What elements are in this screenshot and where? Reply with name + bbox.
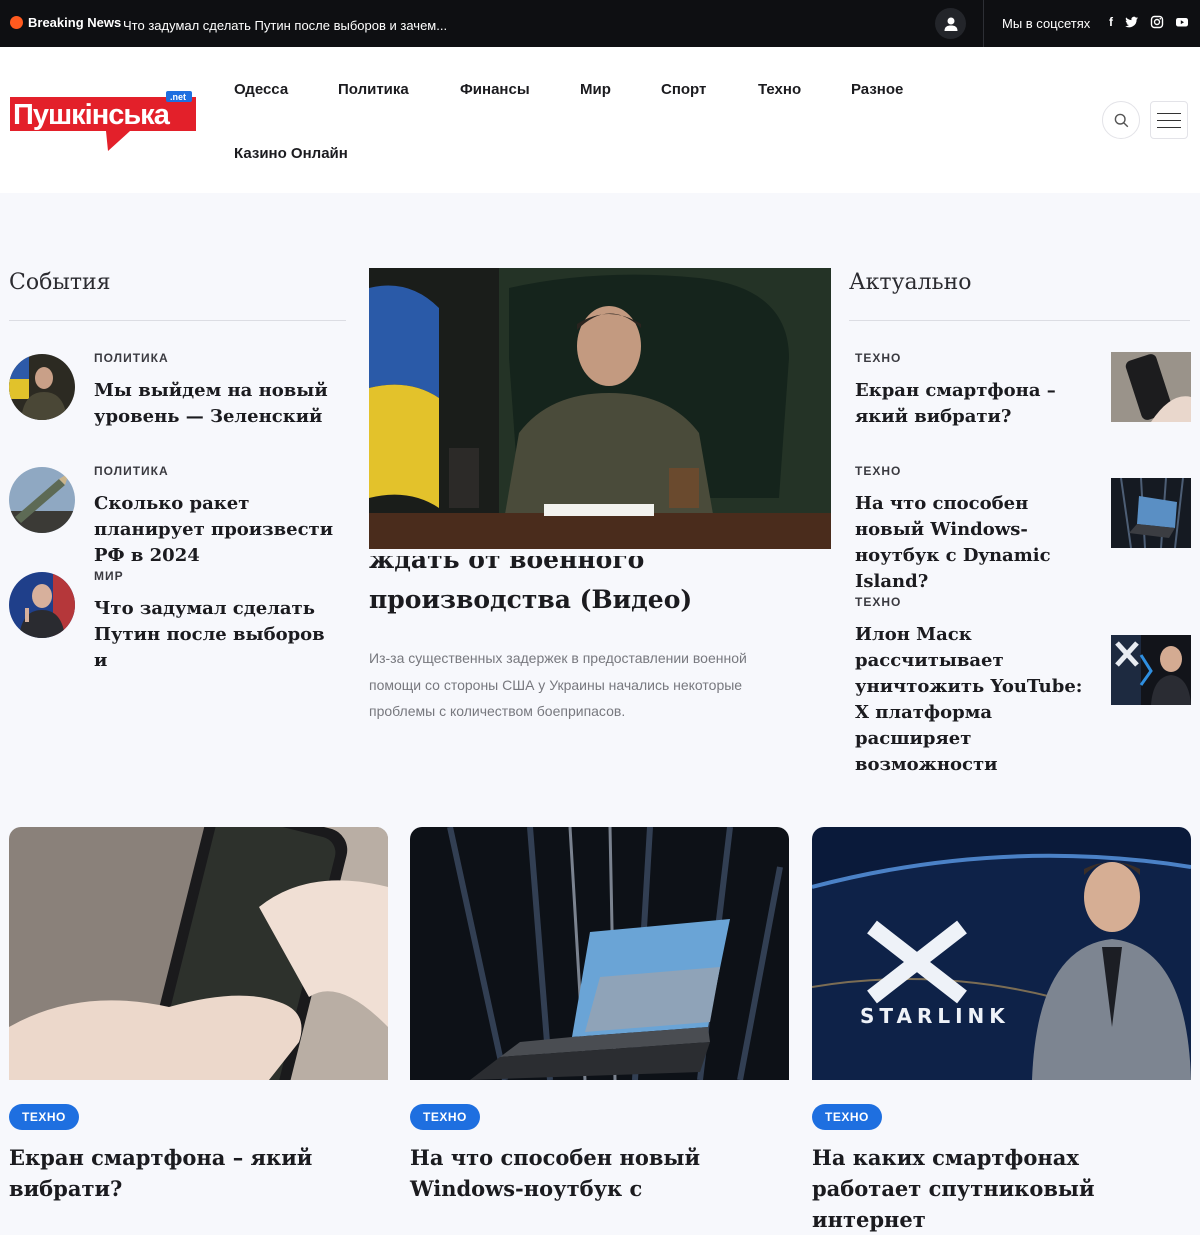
youtube-icon[interactable] bbox=[1175, 15, 1189, 29]
search-button[interactable] bbox=[1102, 101, 1140, 139]
flame-icon bbox=[10, 16, 23, 29]
starlink-photo: STARLINK bbox=[812, 827, 1191, 1080]
starlink-image-text: STARLINK bbox=[860, 1004, 1010, 1028]
svg-text:.net: .net bbox=[170, 92, 186, 102]
user-icon bbox=[944, 17, 957, 31]
event-thumb-2[interactable] bbox=[9, 467, 75, 533]
card-title-3[interactable]: На каких смартфонах работает спутниковый… bbox=[812, 1142, 1191, 1235]
nav-item-politics[interactable]: Политика bbox=[338, 81, 409, 98]
facebook-icon[interactable]: f bbox=[1104, 15, 1118, 29]
svg-text:Пушкінська: Пушкінська bbox=[13, 99, 171, 131]
zelensky-photo bbox=[9, 354, 75, 420]
event-category-3[interactable]: МИР bbox=[94, 569, 124, 583]
event-category-2[interactable]: ПОЛИТИКА bbox=[94, 464, 169, 478]
actual-thumb-2[interactable] bbox=[1111, 478, 1191, 548]
actual-category-2[interactable]: ТЕХНО bbox=[855, 464, 901, 478]
phone-photo bbox=[1111, 352, 1191, 422]
twitter-icon[interactable] bbox=[1125, 15, 1139, 29]
search-icon bbox=[1114, 113, 1128, 127]
actual-thumb-1[interactable] bbox=[1111, 352, 1191, 422]
card-badge-2[interactable]: ТЕХНО bbox=[410, 1104, 480, 1130]
nav-item-misc[interactable]: Разное bbox=[851, 81, 903, 98]
featured-image[interactable] bbox=[369, 268, 831, 549]
actual-title-3[interactable]: Илон Маск рассчитывает уничтожить YouTub… bbox=[855, 622, 1100, 778]
nav-item-finance[interactable]: Финансы bbox=[460, 81, 530, 98]
laptop-photo bbox=[410, 827, 789, 1080]
rocket-photo bbox=[9, 467, 75, 533]
breaking-news-label: Breaking News bbox=[28, 15, 122, 30]
nav-item-tech[interactable]: Техно bbox=[758, 81, 801, 98]
nav-item-odessa[interactable]: Одесса bbox=[234, 81, 288, 98]
featured-description: Из-за существенных задержек в предоставл… bbox=[369, 650, 747, 719]
featured-title-line-2[interactable]: производства (Видео) bbox=[369, 580, 829, 620]
events-heading: События bbox=[9, 270, 111, 295]
top-bar: Breaking News Что задумал сделать Путин … bbox=[0, 0, 1200, 47]
instagram-icon[interactable] bbox=[1150, 15, 1164, 29]
featured-photo bbox=[369, 268, 831, 549]
hamburger-line bbox=[1157, 126, 1181, 128]
actual-category-1[interactable]: ТЕХНО bbox=[855, 351, 901, 365]
hamburger-line bbox=[1157, 119, 1181, 121]
site-header: Пушкінська .net Одесса Политика Финансы … bbox=[0, 47, 1200, 193]
actual-title-1[interactable]: Екран смартфона – який вибрати? bbox=[855, 378, 1100, 430]
event-thumb-3[interactable] bbox=[9, 572, 75, 638]
card-badge-1[interactable]: ТЕХНО bbox=[9, 1104, 79, 1130]
nav-item-sport[interactable]: Спорт bbox=[661, 81, 706, 98]
card-image-2[interactable] bbox=[410, 827, 789, 1080]
breaking-news: Breaking News bbox=[10, 15, 121, 30]
logo-graphic: Пушкінська .net bbox=[10, 91, 196, 151]
musk-photo bbox=[1111, 635, 1191, 705]
putin-photo bbox=[9, 572, 75, 638]
nav-item-casino[interactable]: Казино Онлайн bbox=[234, 145, 348, 162]
actual-thumb-3[interactable] bbox=[1111, 635, 1191, 705]
divider bbox=[849, 320, 1190, 321]
featured-title[interactable]: ждать от военного производства (Видео) bbox=[369, 556, 829, 632]
nav-item-world[interactable]: Мир bbox=[580, 81, 611, 98]
hamburger-icon bbox=[1157, 112, 1181, 114]
actual-heading: Актуально bbox=[849, 270, 972, 295]
event-title-3[interactable]: Что задумал сделать Путин после выборов … bbox=[94, 596, 344, 674]
featured-title-line-1[interactable]: ждать от военного bbox=[369, 556, 829, 580]
event-thumb-1[interactable] bbox=[9, 354, 75, 420]
card-title-2[interactable]: На что способен новый Windows-ноутбук с bbox=[410, 1142, 789, 1204]
actual-title-2[interactable]: На что способен новый Windows-ноутбук с … bbox=[855, 491, 1100, 595]
social-label: Мы в соцсетях bbox=[1002, 16, 1091, 31]
event-title-2[interactable]: Сколько ракет планирует произвести РФ в … bbox=[94, 491, 344, 569]
card-image-1[interactable] bbox=[9, 827, 388, 1080]
event-category-1[interactable]: ПОЛИТИКА bbox=[94, 351, 169, 365]
hamburger-menu-button[interactable] bbox=[1150, 101, 1188, 139]
laptop-photo bbox=[1111, 478, 1191, 548]
event-title-1[interactable]: Мы выйдем на новый уровень — Зеленский bbox=[94, 378, 344, 430]
divider bbox=[9, 320, 346, 321]
news-ticker-link[interactable]: Что задумал сделать Путин после выборов … bbox=[123, 18, 447, 33]
card-badge-3[interactable]: ТЕХНО bbox=[812, 1104, 882, 1130]
divider bbox=[983, 0, 984, 47]
site-logo[interactable]: Пушкінська .net bbox=[10, 91, 198, 157]
user-account-button[interactable] bbox=[935, 8, 966, 39]
card-image-3[interactable]: STARLINK bbox=[812, 827, 1191, 1080]
phone-hand-photo bbox=[9, 827, 388, 1080]
actual-category-3[interactable]: ТЕХНО bbox=[855, 595, 901, 609]
card-title-1[interactable]: Екран смартфона – який вибрати? bbox=[9, 1142, 388, 1204]
